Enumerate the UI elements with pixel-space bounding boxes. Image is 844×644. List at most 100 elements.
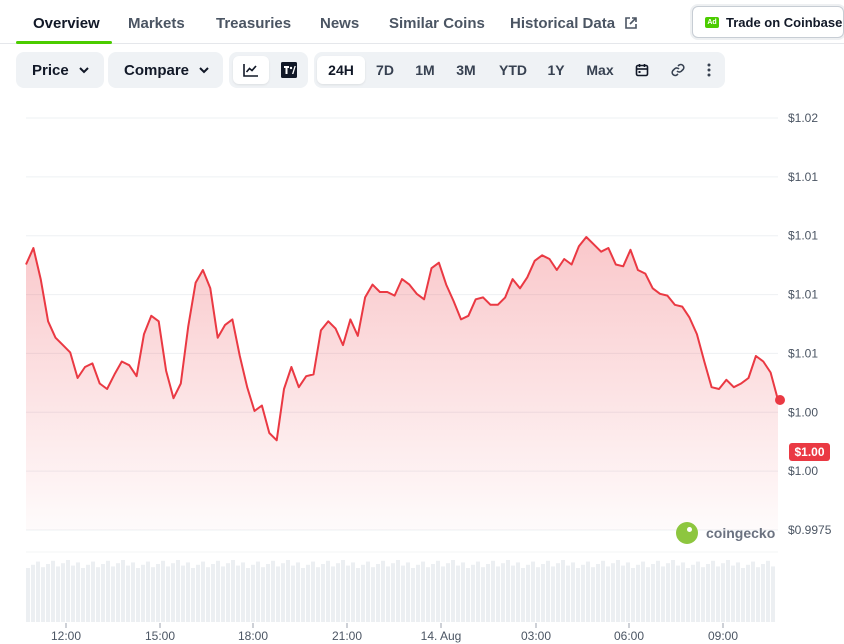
volume-bar <box>611 563 615 622</box>
range-24h-button[interactable]: 24H <box>317 56 365 84</box>
tradingview-button[interactable] <box>273 56 305 84</box>
date-range-button[interactable] <box>628 56 656 84</box>
volume-bar <box>71 565 75 622</box>
trade-on-coinbase-button[interactable]: Ad Trade on Coinbase <box>692 6 844 38</box>
volume-bar <box>26 568 30 622</box>
tab-overview[interactable]: Overview <box>33 15 100 32</box>
volume-bar <box>651 564 655 622</box>
volume-bar <box>206 567 210 622</box>
volume-bar <box>406 562 410 622</box>
volume-bar <box>626 562 630 622</box>
volume-bar <box>521 568 525 622</box>
volume-bar <box>61 563 65 622</box>
tab-treasuries[interactable]: Treasuries <box>216 15 291 32</box>
volume-bar <box>681 562 685 622</box>
volume-bar <box>146 561 150 622</box>
volume-bar <box>441 566 445 622</box>
volume-bar <box>196 564 200 622</box>
volume-bar <box>541 564 545 622</box>
volume-bar <box>201 561 205 622</box>
x-axis-tick-label: 06:00 <box>614 629 644 643</box>
compare-dropdown-label: Compare <box>124 61 190 79</box>
volume-bar <box>301 568 305 622</box>
volume-bar <box>731 565 735 622</box>
volume-bar <box>186 562 190 622</box>
coingecko-watermark: coingecko <box>676 522 775 544</box>
volume-bar <box>306 564 310 622</box>
volume-bar <box>411 568 415 622</box>
range-ytd-button[interactable]: YTD <box>492 56 534 84</box>
volume-bar <box>401 565 405 622</box>
volume-bar <box>531 561 535 622</box>
volume-bar <box>101 564 105 622</box>
volume-bar <box>551 566 555 622</box>
volume-bar <box>221 566 225 622</box>
volume-bar <box>191 568 195 622</box>
range-1y-button[interactable]: 1Y <box>542 56 570 84</box>
current-price-tag: $1.00 <box>789 443 830 461</box>
volume-bar <box>436 560 440 622</box>
volume-bar <box>346 565 350 622</box>
volume-bar <box>56 566 60 622</box>
volume-bar <box>211 564 215 622</box>
volume-bar <box>156 564 160 622</box>
chevron-down-icon <box>78 67 89 74</box>
line-chart-button[interactable] <box>233 56 269 84</box>
volume-bar <box>646 567 650 622</box>
tab-historical-data[interactable]: Historical Data <box>510 15 638 32</box>
range-7d-button[interactable]: 7D <box>369 56 401 84</box>
volume-bar <box>426 567 430 622</box>
x-axis-tick-label: 14. Aug <box>421 629 462 643</box>
volume-bar <box>131 562 135 622</box>
volume-bar <box>661 566 665 622</box>
tab-similar-coins[interactable]: Similar Coins <box>389 15 485 32</box>
volume-bar <box>556 563 560 622</box>
ad-badge: Ad <box>705 16 719 28</box>
tab-news[interactable]: News <box>320 15 359 32</box>
volume-bar <box>671 560 675 622</box>
tab-markets[interactable]: Markets <box>128 15 185 32</box>
x-axis-tick-label: 12:00 <box>51 629 81 643</box>
price-chart: $1.02 $1.01 $1.01 $1.01 $1.01 $1.00 $1.00 $0.99… <box>0 96 844 644</box>
volume-bar <box>246 568 250 622</box>
share-link-button[interactable] <box>664 56 692 84</box>
volume-bar <box>741 568 745 622</box>
volume-bar <box>476 561 480 622</box>
volume-bar <box>76 562 80 622</box>
volume-bar <box>31 564 35 622</box>
range-3m-button[interactable]: 3M <box>449 56 483 84</box>
more-options-button[interactable] <box>698 56 720 84</box>
range-1m-button[interactable]: 1M <box>409 56 441 84</box>
volume-bar <box>266 564 270 622</box>
volume-bar <box>311 561 315 622</box>
volume-bar <box>511 565 515 622</box>
range-max-button[interactable]: Max <box>578 56 622 84</box>
compare-dropdown[interactable]: Compare <box>108 52 223 88</box>
y-axis-tick-label: $1.00 <box>788 464 818 478</box>
y-axis-tick-label: $1.01 <box>788 288 818 302</box>
volume-bar <box>161 560 165 622</box>
volume-bar <box>636 564 640 622</box>
volume-bar <box>576 568 580 622</box>
volume-bar <box>46 564 50 622</box>
volume-bar <box>51 560 55 622</box>
y-axis-tick-label: $1.01 <box>788 229 818 243</box>
volume-bar <box>321 564 325 622</box>
volume-bar <box>746 564 750 622</box>
price-dropdown[interactable]: Price <box>16 52 104 88</box>
external-link-icon <box>625 17 638 29</box>
volume-bar <box>766 560 770 622</box>
volume-bar <box>381 560 385 622</box>
volume-bar <box>456 565 460 622</box>
volume-bar <box>281 563 285 622</box>
volume-bar <box>351 562 355 622</box>
link-icon <box>671 63 685 77</box>
volume-bar <box>296 562 300 622</box>
volume-bar <box>486 564 490 622</box>
volume-bar <box>501 563 505 622</box>
volume-bar <box>171 563 175 622</box>
volume-bar <box>771 566 775 622</box>
volume-bar <box>241 562 245 622</box>
volume-bar <box>446 563 450 622</box>
volume-bar <box>226 563 230 622</box>
